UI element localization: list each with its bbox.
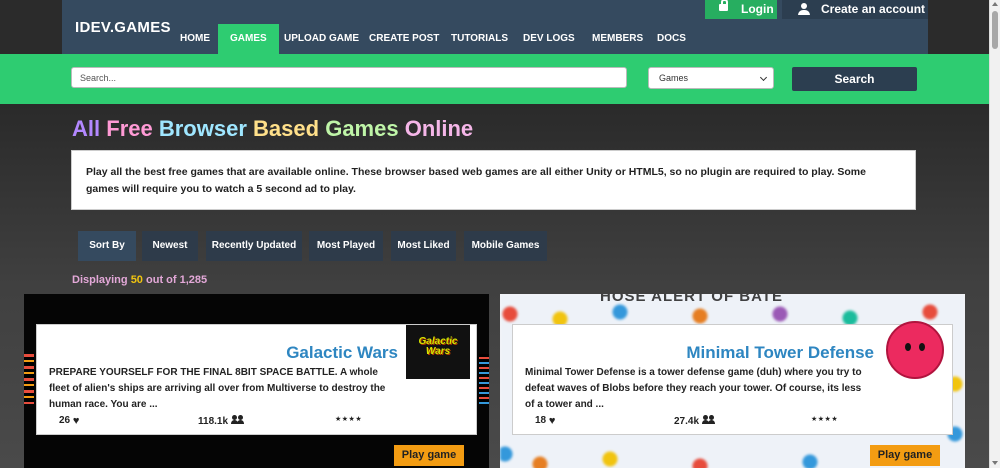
search-input[interactable] <box>71 67 627 88</box>
game-stats: 18 ♥ 27.4k ★★★★ <box>513 415 952 429</box>
nav-create-post[interactable]: CREATE POST <box>357 24 451 54</box>
game-card-body: Minimal Tower Defense Minimal Tower Defe… <box>512 321 953 435</box>
game-description: Minimal Tower Defense is a tower defense… <box>525 367 862 410</box>
page-title: All Free Browser Based Games Online <box>72 116 473 142</box>
play-game-button[interactable]: Play game <box>870 445 940 466</box>
game-title[interactable]: Minimal Tower Defense <box>686 343 874 363</box>
nav-members[interactable]: MEMBERS <box>580 24 655 54</box>
category-select[interactable]: Games <box>648 67 774 89</box>
category-select-value: Games <box>659 73 689 83</box>
title-word: Based <box>253 116 320 141</box>
create-account-button[interactable]: Create an account <box>782 0 928 19</box>
game-description: PREPARE YOURSELF FOR THE FINAL 8BIT SPAC… <box>49 367 386 410</box>
sort-most-played[interactable]: Most Played <box>309 231 383 261</box>
plays-value: 118.1k <box>198 416 229 427</box>
title-word: All <box>72 116 101 141</box>
likes-count: 26 ♥ <box>59 415 79 427</box>
plays-value: 27.4k <box>674 416 700 427</box>
results-prefix: Displaying <box>72 274 128 286</box>
intro-box: Play all the best free games that are av… <box>71 150 916 210</box>
users-icon <box>701 415 715 425</box>
nav-tutorials[interactable]: TUTORIALS <box>439 24 520 54</box>
game-stats: 26 ♥ 118.1k ★★★★ <box>37 415 476 429</box>
results-shown: 50 <box>130 274 143 286</box>
results-middle: out of <box>146 274 177 286</box>
nav-home[interactable]: HOME <box>168 24 222 54</box>
rating-stars: ★★★★ <box>811 416 839 423</box>
user-icon <box>798 3 810 16</box>
title-word: Free <box>106 116 153 141</box>
results-count: Displaying 50 out of 1,285 <box>72 274 207 286</box>
login-button[interactable]: Login <box>705 0 777 19</box>
users-icon <box>230 415 244 425</box>
scroll-up-icon[interactable] <box>992 2 998 6</box>
game-thumbnail[interactable]: Galactic Wars <box>406 325 470 379</box>
sort-mobile-games[interactable]: Mobile Games <box>464 231 547 261</box>
likes-value: 26 <box>59 415 71 426</box>
title-word: Online <box>404 116 474 141</box>
site-header: IDEV.GAMES HOME GAMES UPLOAD GAME CREATE… <box>0 0 989 54</box>
sort-by-label: Sort By <box>78 231 136 261</box>
scroll-thumb[interactable] <box>992 11 998 49</box>
results-total: 1,285 <box>179 274 208 286</box>
rating-stars: ★★★★ <box>335 416 363 423</box>
main-content: All Free Browser Based Games Online Play… <box>0 104 989 468</box>
nav-games[interactable]: GAMES <box>218 24 279 54</box>
play-game-button[interactable]: Play game <box>394 445 464 466</box>
vertical-scrollbar[interactable] <box>989 0 1000 468</box>
game-card-minimal-tower-defense[interactable]: HOSE ALERT OF BATE Minimal Tower Defense… <box>500 294 965 468</box>
sort-most-liked[interactable]: Most Liked <box>391 231 456 261</box>
plays-count: 118.1k <box>198 415 244 427</box>
search-button[interactable]: Search <box>792 67 917 91</box>
game-card-body: Galactic Wars Galactic Wars PREPARE YOUR… <box>36 324 477 435</box>
page: IDEV.GAMES HOME GAMES UPLOAD GAME CREATE… <box>0 0 989 468</box>
nav-dev-logs[interactable]: DEV LOGS <box>511 24 587 54</box>
chevron-down-icon <box>759 73 768 82</box>
search-bar: Games Search <box>0 54 989 104</box>
game-thumbnail-logo: Galactic Wars <box>418 336 458 357</box>
plays-count: 27.4k <box>674 415 715 427</box>
likes-value: 18 <box>535 415 547 426</box>
login-label: Login <box>741 2 774 16</box>
game-art <box>24 354 34 404</box>
intro-text: Play all the best free games that are av… <box>86 166 866 195</box>
sort-newest[interactable]: Newest <box>142 231 198 261</box>
heart-icon: ♥ <box>72 415 80 427</box>
game-art <box>479 354 489 404</box>
sort-recently-updated[interactable]: Recently Updated <box>206 231 302 261</box>
nav-docs[interactable]: DOCS <box>645 24 698 54</box>
create-account-label: Create an account <box>821 2 926 16</box>
lock-icon <box>719 0 728 11</box>
title-word: Browser <box>158 116 247 141</box>
game-thumbnail[interactable] <box>886 321 944 379</box>
site-logo[interactable]: IDEV.GAMES <box>75 19 171 36</box>
title-word: Games <box>325 116 399 141</box>
scroll-down-icon[interactable] <box>992 461 998 465</box>
game-banner-text: HOSE ALERT OF BATE <box>600 294 783 305</box>
heart-icon: ♥ <box>548 415 556 427</box>
game-card-galactic-wars[interactable]: Galactic Wars Galactic Wars PREPARE YOUR… <box>24 294 489 468</box>
likes-count: 18 ♥ <box>535 415 555 427</box>
game-title[interactable]: Galactic Wars <box>286 343 398 363</box>
